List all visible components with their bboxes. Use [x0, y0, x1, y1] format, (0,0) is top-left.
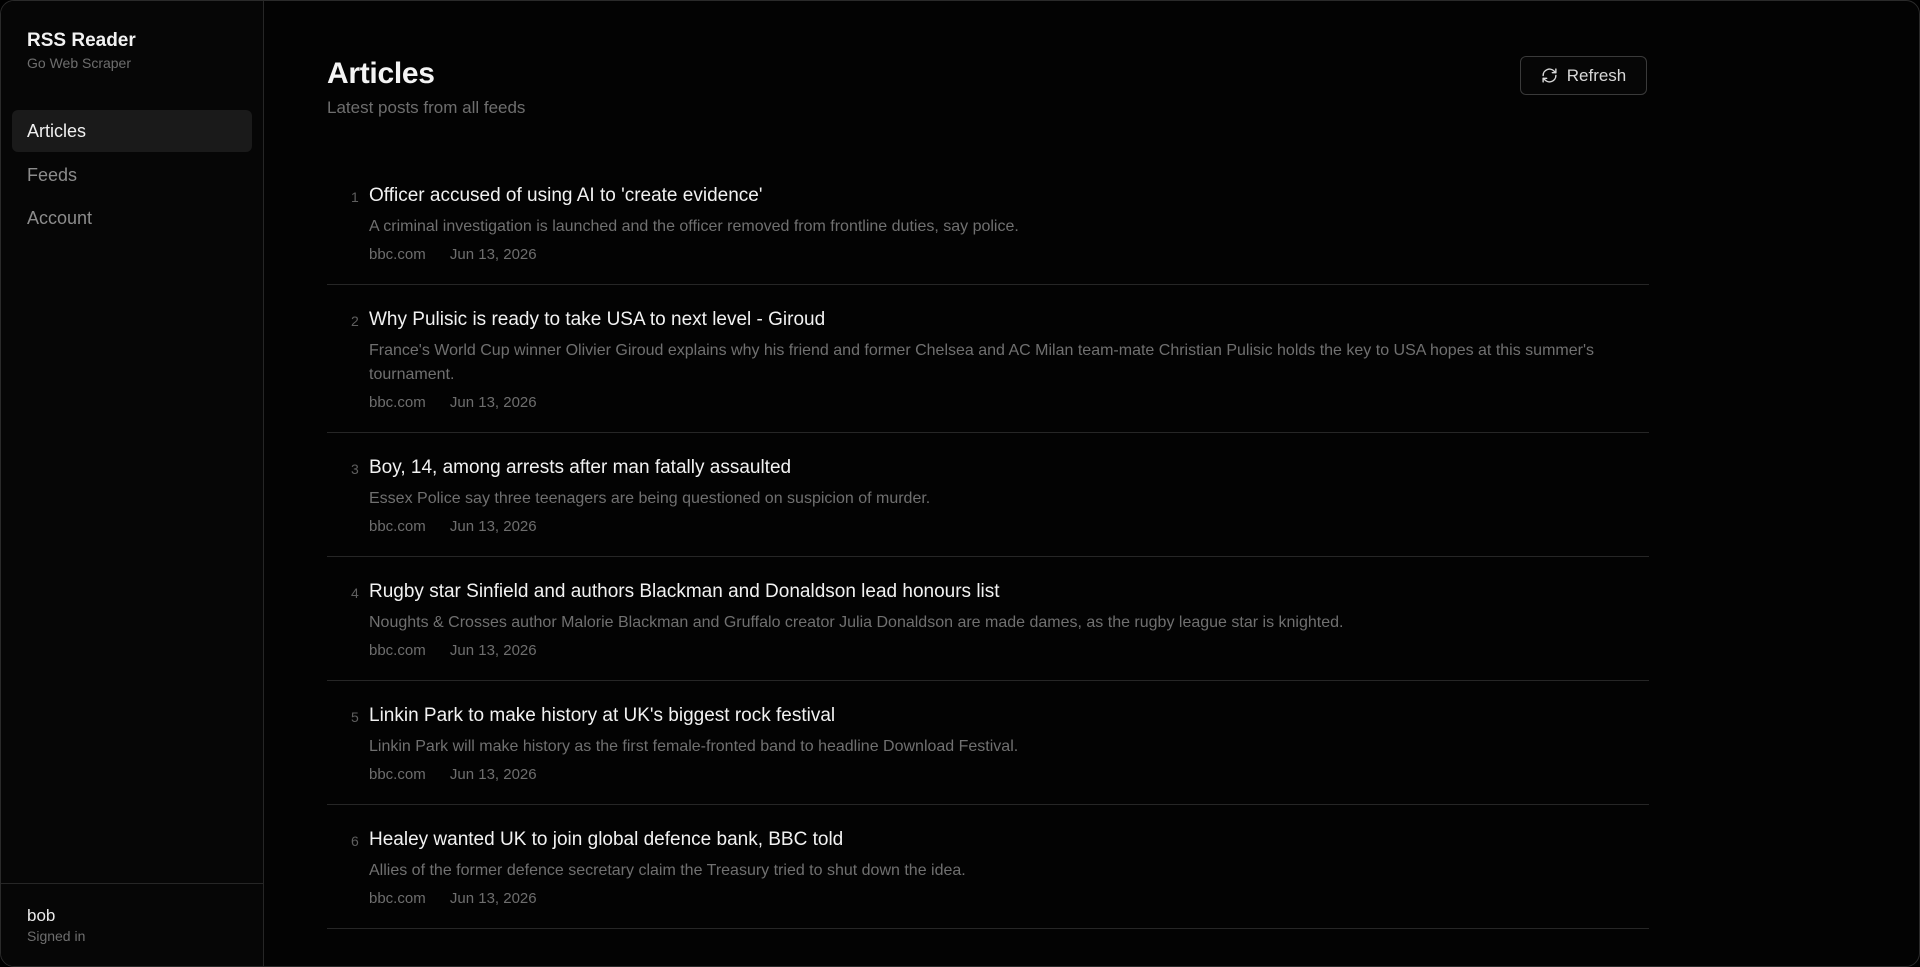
article-meta: bbc.com Jun 13, 2026 — [369, 517, 1629, 536]
article-date: Jun 13, 2026 — [449, 246, 537, 263]
article-source: bbc.com — [369, 394, 426, 411]
app-title: RSS Reader — [27, 30, 136, 51]
article-source: bbc.com — [369, 642, 426, 659]
article-index: 5 — [351, 709, 359, 725]
article-title[interactable]: Linkin Park to make history at UK's bigg… — [369, 704, 1629, 728]
article-index: 4 — [351, 585, 359, 601]
article-meta: bbc.com Jun 13, 2026 — [369, 393, 1629, 412]
article-title[interactable]: Healey wanted UK to join global defence … — [369, 828, 1629, 852]
article-index: 1 — [351, 189, 359, 205]
article-source: bbc.com — [369, 890, 426, 907]
article-list: 1 Officer accused of using AI to 'create… — [327, 161, 1649, 929]
sidebar-item-feeds[interactable]: Feeds — [12, 154, 252, 196]
app-subtitle: Go Web Scraper — [27, 55, 132, 71]
article-title[interactable]: Rugby star Sinfield and authors Blackman… — [369, 580, 1629, 604]
page-title: Articles — [327, 57, 435, 90]
user-status: Signed in — [27, 928, 86, 944]
article-item[interactable]: 4 Rugby star Sinfield and authors Blackm… — [327, 557, 1649, 681]
article-meta: bbc.com Jun 13, 2026 — [369, 889, 1629, 908]
article-date: Jun 13, 2026 — [449, 642, 537, 659]
article-description: Noughts & Crosses author Malorie Blackma… — [369, 614, 1344, 631]
article-description: Essex Police say three teenagers are bei… — [369, 490, 931, 507]
article-index: 2 — [351, 313, 359, 329]
article-title[interactable]: Officer accused of using AI to 'create e… — [369, 184, 1629, 208]
article-item[interactable]: 1 Officer accused of using AI to 'create… — [327, 161, 1649, 285]
article-item[interactable]: 6 Healey wanted UK to join global defenc… — [327, 805, 1649, 929]
refresh-button[interactable]: Refresh — [1520, 56, 1647, 95]
sidebar-nav: Articles Feeds Account — [12, 110, 252, 241]
refresh-label: Refresh — [1566, 65, 1627, 85]
main-content: Articles Latest posts from all feeds Ref… — [264, 1, 1919, 966]
refresh-icon — [1542, 68, 1557, 83]
article-meta: bbc.com Jun 13, 2026 — [369, 765, 1629, 784]
article-meta: bbc.com Jun 13, 2026 — [369, 245, 1629, 264]
article-item[interactable]: 5 Linkin Park to make history at UK's bi… — [327, 681, 1649, 805]
article-description: Linkin Park will make history as the fir… — [369, 738, 1019, 755]
article-description: Allies of the former defence secretary c… — [369, 862, 966, 879]
article-source: bbc.com — [369, 766, 426, 783]
user-name: bob — [27, 906, 56, 925]
article-title[interactable]: Boy, 14, among arrests after man fatally… — [369, 456, 1629, 480]
page-subtitle: Latest posts from all feeds — [327, 98, 526, 117]
article-meta: bbc.com Jun 13, 2026 — [369, 641, 1629, 660]
sidebar: RSS Reader Go Web Scraper Articles Feeds… — [1, 1, 264, 966]
article-index: 6 — [351, 833, 359, 849]
brand: RSS Reader Go Web Scraper — [27, 30, 136, 72]
article-source: bbc.com — [369, 246, 426, 263]
article-date: Jun 13, 2026 — [449, 394, 537, 411]
article-date: Jun 13, 2026 — [449, 766, 537, 783]
article-title[interactable]: Why Pulisic is ready to take USA to next… — [369, 308, 1629, 332]
sidebar-item-account[interactable]: Account — [12, 197, 252, 239]
article-index: 3 — [351, 461, 359, 477]
article-item[interactable]: 3 Boy, 14, among arrests after man fatal… — [327, 433, 1649, 557]
article-description: A criminal investigation is launched and… — [369, 218, 1019, 235]
sidebar-item-articles[interactable]: Articles — [12, 110, 252, 152]
page-header: Articles Latest posts from all feeds — [327, 56, 525, 118]
app-window: RSS Reader Go Web Scraper Articles Feeds… — [0, 0, 1920, 967]
article-source: bbc.com — [369, 518, 426, 535]
article-item[interactable]: 2 Why Pulisic is ready to take USA to ne… — [327, 285, 1649, 433]
article-date: Jun 13, 2026 — [449, 890, 537, 907]
user-panel: bob Signed in — [1, 883, 263, 966]
article-description: France's World Cup winner Olivier Giroud… — [369, 342, 1594, 383]
article-date: Jun 13, 2026 — [449, 518, 537, 535]
